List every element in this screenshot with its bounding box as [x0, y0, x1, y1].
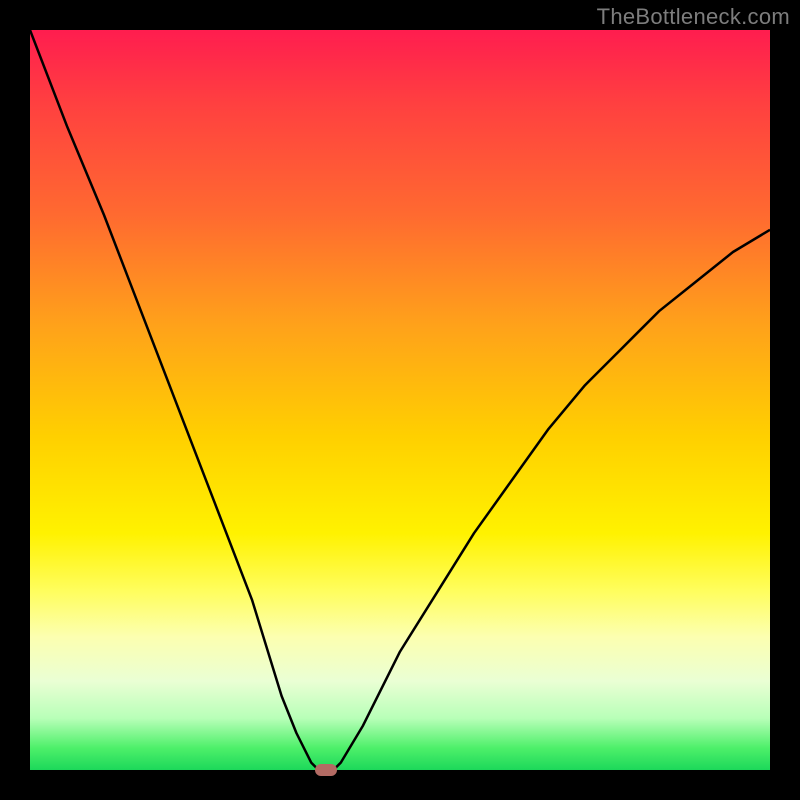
plot-area	[30, 30, 770, 770]
optimal-point-marker	[315, 764, 337, 776]
watermark-text: TheBottleneck.com	[597, 4, 790, 30]
chart-frame: TheBottleneck.com	[0, 0, 800, 800]
bottleneck-curve	[30, 30, 770, 770]
